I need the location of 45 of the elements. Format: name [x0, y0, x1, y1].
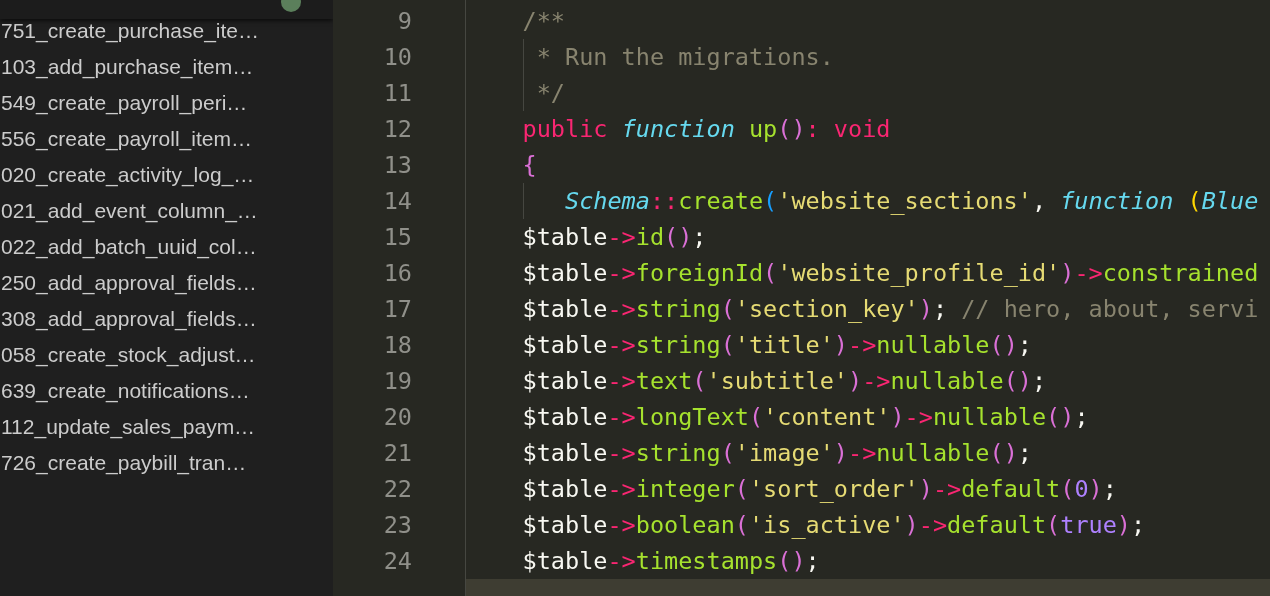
- file-item[interactable]: 250_add_approval_fields…: [0, 271, 257, 295]
- code-line: $table->foreignId('website_profile_id')->constrained: [522, 258, 1259, 289]
- code-line: * Run the migrations.: [536, 42, 834, 73]
- file-item[interactable]: 058_create_stock_adjust…: [0, 343, 256, 367]
- line-number: 16: [382, 258, 412, 289]
- file-item[interactable]: 103_add_purchase_item…: [0, 55, 254, 79]
- code-line: $table->string('title')->nullable();: [522, 330, 1032, 361]
- line-number: 21: [382, 438, 412, 469]
- line-number: 11: [382, 78, 412, 109]
- code-line: $table->boolean('is_active')->default(true);: [522, 510, 1146, 541]
- code-line: $table->string('section_key'); // hero, about, servi: [522, 294, 1259, 325]
- file-item[interactable]: 751_create_purchase_ite…: [0, 19, 259, 43]
- line-number: 15: [382, 222, 412, 253]
- line-number: 17: [382, 294, 412, 325]
- code-line: $table->timestamps();: [522, 546, 820, 577]
- file-item[interactable]: 556_create_payroll_item…: [0, 127, 252, 151]
- line-number: 18: [382, 330, 412, 361]
- line-number: 20: [382, 402, 412, 433]
- line-number: 13: [382, 150, 412, 181]
- code-line: public function up(): void: [522, 114, 891, 145]
- file-item[interactable]: 549_create_payroll_peri…: [0, 91, 248, 115]
- line-number: 9: [396, 6, 412, 37]
- file-item[interactable]: 308_add_approval_fields…: [0, 307, 257, 331]
- file-item[interactable]: 112_update_sales_paym…: [0, 415, 256, 439]
- file-item[interactable]: 021_add_event_column_…: [0, 199, 258, 223]
- file-item[interactable]: 020_create_activity_log_…: [0, 163, 255, 187]
- line-number: 14: [382, 186, 412, 217]
- line-number: 24: [382, 546, 412, 577]
- code-line: /**: [522, 6, 566, 37]
- line-number: 10: [382, 42, 412, 73]
- file-item[interactable]: 639_create_notifications…: [0, 379, 250, 403]
- code-line: $table->longText('content')->nullable();: [522, 402, 1089, 433]
- code-line: $table->text('subtitle')->nullable();: [522, 366, 1047, 397]
- code-line: $table->id();: [522, 222, 707, 253]
- code-line: Schema::create('website_sections', function (Blue: [565, 186, 1259, 217]
- line-number: 23: [382, 510, 412, 541]
- code-line: $table->integer('sort_order')->default(0);: [522, 474, 1117, 505]
- line-number: 19: [382, 366, 412, 397]
- line-number: 12: [382, 114, 412, 145]
- code-line: {: [522, 150, 537, 181]
- code-line: */: [536, 78, 565, 109]
- line-number: 22: [382, 474, 412, 505]
- code-line: $table->string('image')->nullable();: [522, 438, 1032, 469]
- file-item[interactable]: 022_add_batch_uuid_col…: [0, 235, 257, 259]
- file-item[interactable]: 726_create_paybill_tran…: [0, 451, 247, 475]
